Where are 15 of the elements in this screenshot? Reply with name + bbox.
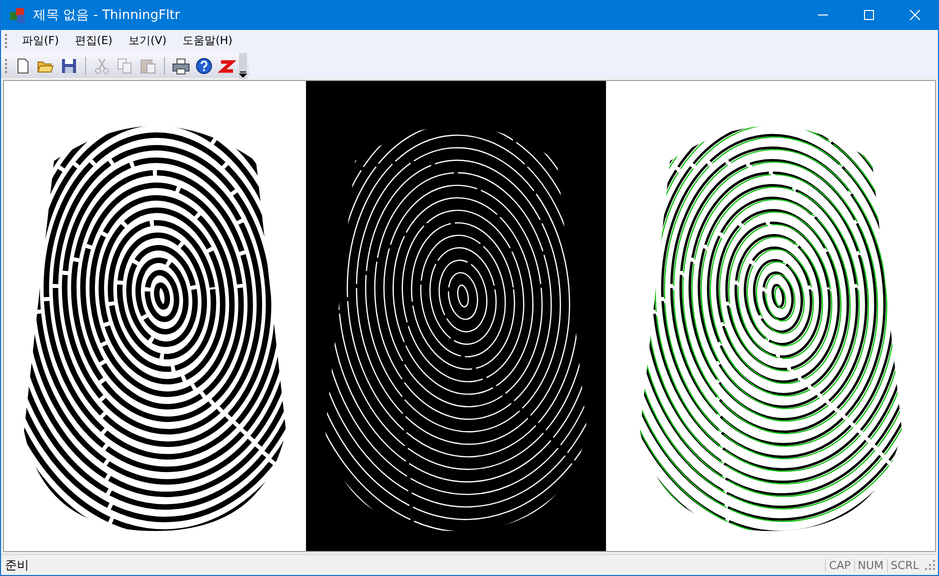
resize-grip-icon[interactable] [924, 559, 936, 571]
menu-item[interactable]: 보기(V) [120, 31, 175, 51]
menu-item[interactable]: 도움말(H) [174, 31, 240, 51]
status-indicator: NUM [854, 558, 887, 572]
help-icon[interactable] [195, 56, 213, 74]
save-icon[interactable] [60, 56, 78, 74]
printer-icon[interactable] [172, 56, 190, 74]
status-indicator: SCRL [886, 558, 922, 572]
menu-item[interactable]: 파일(F) [14, 31, 67, 51]
app-icon [9, 6, 27, 24]
window-title: 제목 없음 - ThinningFltr [33, 7, 181, 24]
overflow-icon[interactable] [239, 52, 247, 78]
status-indicator: CAP [824, 558, 854, 572]
status-text: 준비 [4, 556, 30, 574]
menu-item[interactable]: 편집(E) [66, 31, 120, 51]
